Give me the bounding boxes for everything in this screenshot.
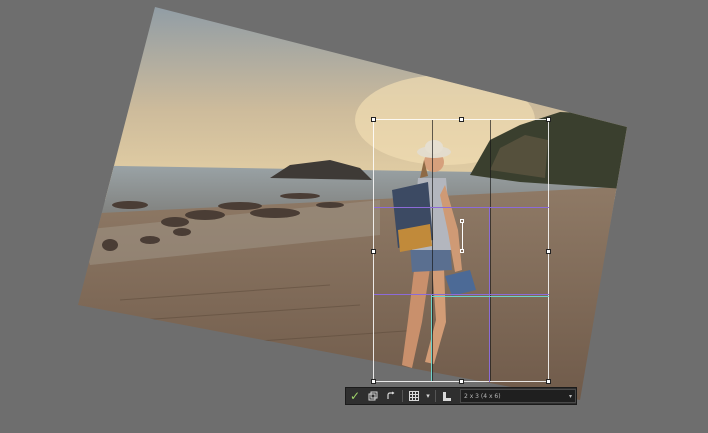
grid-overlay-button[interactable] [405, 388, 423, 404]
canvas-area[interactable]: ✓ ▾ 2 x 3 (4 x 6) ▾ [0, 0, 708, 433]
orientation-icon [443, 391, 451, 401]
crop-ratio-select[interactable]: 2 x 3 (4 x 6) ▾ [460, 389, 576, 403]
rotate-pivot[interactable] [460, 249, 464, 253]
guide-line [431, 295, 432, 381]
crop-handle-bottom-right[interactable] [546, 379, 551, 384]
chevron-down-icon: ▾ [426, 392, 430, 400]
grid-line-vertical [490, 120, 491, 381]
crop-toolbar: ✓ ▾ 2 x 3 (4 x 6) ▾ [345, 387, 577, 405]
copy-icon [368, 391, 378, 401]
check-icon: ✓ [349, 389, 361, 403]
crop-handle-top[interactable] [459, 117, 464, 122]
separator [402, 390, 403, 402]
grid-options-dropdown[interactable]: ▾ [423, 388, 433, 404]
crop-handle-bottom-left[interactable] [371, 379, 376, 384]
rotate-pivot-line [462, 223, 463, 249]
chevron-down-icon: ▾ [568, 392, 572, 400]
crop-handle-top-left[interactable] [371, 117, 376, 122]
guide-line [489, 208, 490, 382]
portrait-orientation-button[interactable] [438, 388, 456, 404]
guide-line [374, 294, 549, 295]
rotate-icon [387, 391, 395, 399]
crop-box[interactable] [371, 117, 551, 384]
grid-line-vertical [432, 120, 433, 381]
crop-handle-right[interactable] [546, 249, 551, 254]
rotated-photo[interactable] [0, 0, 708, 433]
grid-icon [409, 391, 419, 401]
crop-handle-left[interactable] [371, 249, 376, 254]
separator [435, 390, 436, 402]
rotate-button[interactable] [382, 388, 400, 404]
crop-handle-top-right[interactable] [546, 117, 551, 122]
copy-crop-button[interactable] [364, 388, 382, 404]
guide-line [432, 296, 549, 297]
commit-button[interactable]: ✓ [346, 388, 364, 404]
crop-handle-bottom[interactable] [459, 379, 464, 384]
crop-ratio-value: 2 x 3 (4 x 6) [464, 392, 501, 400]
guide-line [374, 207, 549, 208]
